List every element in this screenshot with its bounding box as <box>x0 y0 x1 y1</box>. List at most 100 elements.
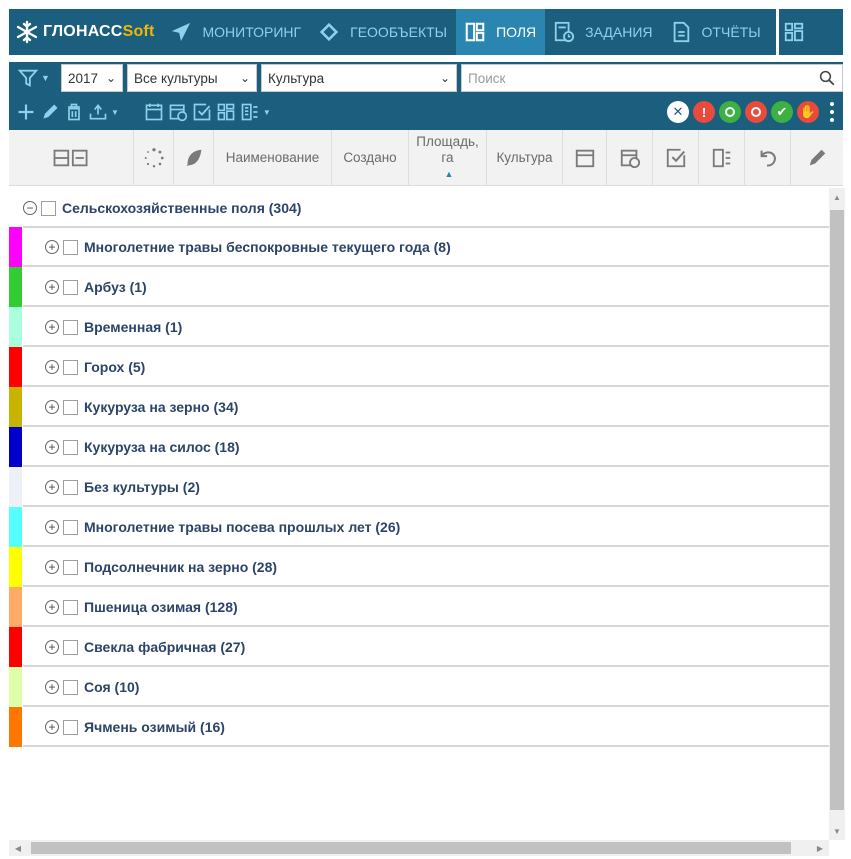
nav-reports[interactable]: ОТЧЁТЫ <box>662 9 770 55</box>
calendar-button[interactable] <box>143 94 165 130</box>
tree-group-row[interactable]: + Многолетние травы беспокровные текущего… <box>9 227 829 267</box>
col-crop-label: Культура <box>496 149 553 165</box>
schedule-button[interactable] <box>167 94 189 130</box>
expand-icon[interactable]: + <box>45 480 59 494</box>
expand-icon[interactable]: + <box>45 640 59 654</box>
col-calendar[interactable] <box>563 129 607 186</box>
group-by-select[interactable]: Культура ⌄ <box>261 64 457 92</box>
tree-group-row[interactable]: + Временная (1) <box>9 307 829 347</box>
group-checkbox[interactable] <box>63 559 78 575</box>
expand-icon[interactable]: + <box>45 400 59 414</box>
horizontal-scrollbar[interactable]: ◀ ▶ <box>9 840 829 856</box>
tree-root-row[interactable]: − Сельскохозяйственные поля (304) <box>9 188 829 228</box>
horizontal-scroll-thumb[interactable] <box>31 842 791 854</box>
vertical-scroll-thumb[interactable] <box>830 210 844 810</box>
expand-icon[interactable]: + <box>45 240 59 254</box>
stop-hand-icon[interactable]: ✋ <box>797 101 819 123</box>
group-checkbox[interactable] <box>63 239 78 255</box>
close-circle-icon[interactable]: ✕ <box>667 101 689 123</box>
expand-icon[interactable]: + <box>45 520 59 534</box>
check-square-icon <box>193 103 211 121</box>
nav-extra-button[interactable] <box>779 9 809 55</box>
structure-button[interactable] <box>215 94 237 130</box>
import-caret-icon[interactable]: ▼ <box>111 108 119 117</box>
eye-green-icon[interactable] <box>719 101 741 123</box>
alert-circle-icon[interactable]: ! <box>693 101 715 123</box>
vertical-scrollbar[interactable]: ▲ ▼ <box>829 188 845 840</box>
check-circle-icon[interactable]: ✔ <box>771 101 793 123</box>
col-edit[interactable] <box>791 130 843 186</box>
expand-icon[interactable]: + <box>45 600 59 614</box>
group-checkbox[interactable] <box>63 359 78 375</box>
expand-icon[interactable]: + <box>45 440 59 454</box>
group-checkbox[interactable] <box>63 679 78 695</box>
tree-group-row[interactable]: + Пшеница озимая (128) <box>9 587 829 627</box>
eye-red-icon[interactable] <box>745 101 767 123</box>
col-area[interactable]: Площадь, га ▲ <box>409 129 487 186</box>
expand-icon[interactable]: + <box>45 680 59 694</box>
year-select[interactable]: 2017 ⌄ <box>61 64 123 92</box>
delete-button[interactable] <box>63 94 85 130</box>
group-checkbox[interactable] <box>63 439 78 455</box>
operations-caret-icon[interactable]: ▼ <box>263 108 271 117</box>
collapse-icon[interactable]: − <box>23 201 37 215</box>
tree-group-row[interactable]: + Соя (10) <box>9 667 829 707</box>
group-checkbox[interactable] <box>63 639 78 655</box>
group-label: Ячмень озимый (16) <box>84 719 225 735</box>
expand-icon[interactable]: + <box>45 320 59 334</box>
tree-group-row[interactable]: + Многолетние травы посева прошлых лет (2… <box>9 507 829 547</box>
nav-geoobjects[interactable]: ГЕООБЪЕКТЫ <box>310 9 456 55</box>
nav-fields[interactable]: ПОЛЯ <box>456 9 546 55</box>
scroll-left-icon[interactable]: ◀ <box>9 840 27 856</box>
tree-group-row[interactable]: + Кукуруза на зерно (34) <box>9 387 829 427</box>
nav-monitoring[interactable]: МОНИТОРИНГ <box>162 9 310 55</box>
group-checkbox[interactable] <box>63 719 78 735</box>
group-checkbox[interactable] <box>63 279 78 295</box>
col-operations[interactable] <box>699 129 745 186</box>
group-label: Арбуз (1) <box>84 279 147 295</box>
import-button[interactable] <box>87 94 109 130</box>
col-checklist[interactable] <box>653 129 699 186</box>
nav-tasks[interactable]: ЗАДАНИЯ <box>545 9 661 55</box>
expand-icon[interactable]: + <box>45 280 59 294</box>
tree-group-row[interactable]: + Без культуры (2) <box>9 467 829 507</box>
group-checkbox[interactable] <box>63 599 78 615</box>
more-menu-icon[interactable] <box>825 100 839 124</box>
expand-icon[interactable]: + <box>45 560 59 574</box>
expand-icon[interactable]: + <box>45 360 59 374</box>
tree-group-row[interactable]: + Арбуз (1) <box>9 267 829 307</box>
root-checkbox[interactable] <box>41 200 56 216</box>
crop-color-swatch <box>9 307 22 347</box>
tree-group-row[interactable]: + Свекла фабричная (27) <box>9 627 829 667</box>
group-checkbox[interactable] <box>63 479 78 495</box>
scroll-down-icon[interactable]: ▼ <box>829 822 845 840</box>
tree-group-row[interactable]: + Подсолнечник на зерно (28) <box>9 547 829 587</box>
scroll-right-icon[interactable]: ▶ <box>811 840 829 856</box>
search-icon[interactable] <box>818 69 836 87</box>
col-schedule[interactable] <box>607 129 653 186</box>
edit-button[interactable] <box>39 94 61 130</box>
group-checkbox[interactable] <box>63 319 78 335</box>
add-button[interactable] <box>15 94 37 130</box>
group-checkbox[interactable] <box>63 399 78 415</box>
col-crop-icon[interactable] <box>174 129 214 186</box>
col-crop[interactable]: Культура <box>487 129 563 186</box>
tree-group-row[interactable]: + Ячмень озимый (16) <box>9 707 829 747</box>
scroll-up-icon[interactable]: ▲ <box>829 188 845 206</box>
col-loading[interactable] <box>134 129 174 186</box>
expand-icon[interactable]: + <box>45 720 59 734</box>
col-history[interactable] <box>745 129 791 186</box>
checklist-button[interactable] <box>191 94 213 130</box>
tree-group-row[interactable]: + Кукуруза на силос (18) <box>9 427 829 467</box>
filter-menu-button[interactable]: ▼ <box>17 62 61 94</box>
crops-select[interactable]: Все культуры ⌄ <box>127 64 257 92</box>
col-expand-collapse[interactable] <box>9 129 134 186</box>
col-name[interactable]: Наименование <box>214 129 332 186</box>
group-checkbox[interactable] <box>63 519 78 535</box>
col-created[interactable]: Создано <box>332 129 409 186</box>
tree-group-row[interactable]: + Горох (5) <box>9 347 829 387</box>
upload-icon <box>89 103 107 120</box>
search-input[interactable] <box>468 70 818 86</box>
operations-button[interactable] <box>239 94 261 130</box>
brand-logo[interactable]: ГЛОНАССSoft <box>9 9 162 55</box>
